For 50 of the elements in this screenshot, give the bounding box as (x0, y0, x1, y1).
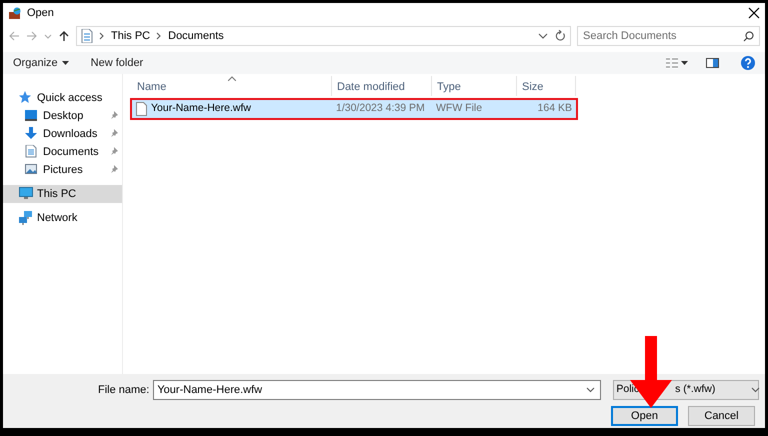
window-title: Open (27, 6, 55, 21)
picture-icon (25, 163, 39, 177)
preview-pane-icon[interactable] (706, 58, 719, 68)
refresh-icon[interactable] (554, 30, 566, 42)
file-row[interactable]: Your-Name-Here.wfw 1/30/2023 4:39 PM WFW File 164 KB (130, 98, 578, 120)
file-icon (136, 102, 147, 116)
help-icon[interactable] (741, 56, 755, 70)
file-type: WFW File (435, 101, 484, 116)
dropdown-icon[interactable] (538, 32, 548, 40)
file-size: 164 KB (536, 101, 573, 116)
sort-icon (228, 76, 236, 81)
network-icon (19, 211, 33, 225)
close-icon[interactable] (748, 7, 760, 19)
file-name-field[interactable]: Your-Name-Here.wfw (153, 380, 602, 400)
column-header[interactable]: Date modified (332, 76, 432, 96)
document-icon (81, 29, 93, 43)
search-icon (743, 31, 754, 42)
toolbar-button[interactable]: New folder (90, 54, 144, 72)
dropdown-icon (751, 387, 760, 393)
breadcrumb-item[interactable]: This PC (111, 28, 150, 44)
document-icon (25, 145, 39, 159)
file-date: 1/30/2023 4:39 PM (335, 101, 426, 116)
field-label: File name: (98, 382, 150, 398)
toolbar-button[interactable]: Organize (13, 54, 69, 72)
dropdown-icon (586, 387, 596, 393)
chevron-icon (99, 32, 105, 40)
sidebar-item[interactable]: Documents (3, 143, 122, 161)
sidebar-item[interactable]: This PC (3, 185, 122, 203)
sidebar-item[interactable]: Downloads (3, 125, 122, 143)
monitor-icon (19, 187, 33, 201)
column-header[interactable]: Name (132, 76, 332, 96)
down-arrow-icon (25, 127, 39, 141)
breadcrumb-item[interactable]: Documents (168, 28, 224, 44)
sidebar-item[interactable]: Quick access (3, 89, 122, 107)
file-name: Your-Name-Here.wfw (151, 101, 251, 116)
search-field[interactable]: Search Documents (577, 26, 760, 46)
column-header[interactable]: Type (432, 76, 517, 96)
view-options-icon[interactable] (666, 58, 688, 68)
caret-icon (62, 61, 69, 65)
chevron-icon (156, 32, 162, 40)
column-header[interactable]: Size (517, 76, 576, 96)
sidebar-item[interactable]: Pictures (3, 161, 122, 179)
monitor-icon (25, 109, 39, 123)
app-icon (8, 6, 22, 20)
dialog-button[interactable]: Cancel (688, 406, 755, 426)
up-icon[interactable] (58, 30, 70, 42)
star-icon (19, 91, 33, 105)
sidebar-item[interactable]: Network (3, 209, 122, 227)
dialog-button[interactable]: Open (611, 406, 678, 426)
sidebar-item[interactable]: Desktop (3, 107, 122, 125)
